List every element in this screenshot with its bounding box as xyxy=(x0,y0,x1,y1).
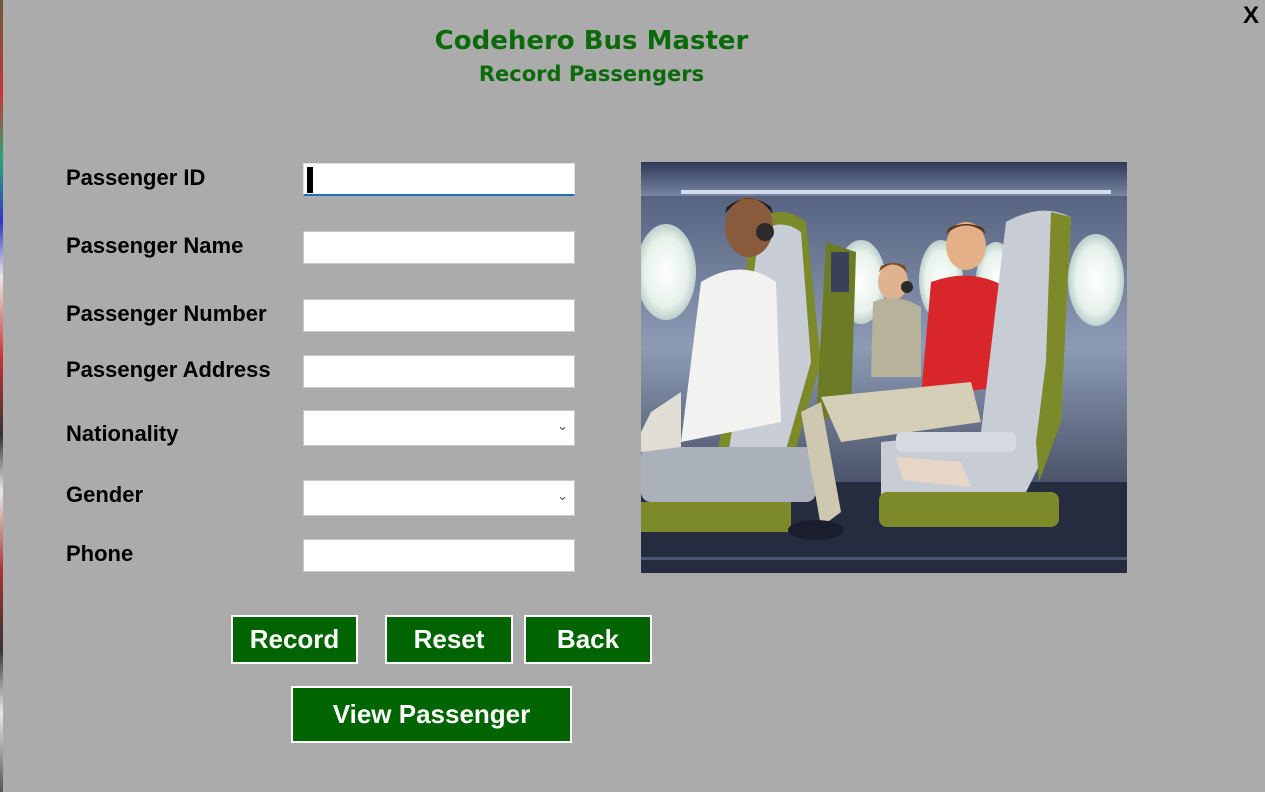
passenger-id-label: Passenger ID xyxy=(66,165,206,190)
nationality-label: Nationality xyxy=(66,421,179,446)
passenger-id-input[interactable] xyxy=(303,163,575,196)
phone-input[interactable] xyxy=(303,539,575,572)
passenger-name-label: Passenger Name xyxy=(66,233,244,258)
chevron-down-icon[interactable]: ⌄ xyxy=(557,419,568,434)
nationality-select[interactable]: ⌄ xyxy=(303,410,575,446)
phone-label: Phone xyxy=(66,541,134,566)
app-title: Codehero Bus Master xyxy=(434,26,749,56)
reset-button[interactable]: Reset xyxy=(385,615,513,664)
passenger-number-label: Passenger Number xyxy=(66,301,267,326)
chevron-down-icon[interactable]: ⌄ xyxy=(557,489,568,504)
gender-select[interactable]: ⌄ xyxy=(303,480,575,516)
gender-label: Gender xyxy=(66,482,144,507)
passenger-number-input[interactable] xyxy=(303,299,575,332)
passenger-name-input[interactable] xyxy=(303,231,575,264)
passenger-address-label: Passenger Address xyxy=(66,357,271,382)
passenger-address-input[interactable] xyxy=(303,355,575,388)
close-button[interactable]: X xyxy=(1243,2,1259,30)
page-subtitle: Record Passengers xyxy=(478,62,705,86)
back-button[interactable]: Back xyxy=(524,615,652,664)
left-edge-strip xyxy=(0,0,3,792)
record-button[interactable]: Record xyxy=(231,615,358,664)
text-cursor xyxy=(307,167,313,193)
view-passenger-button[interactable]: View Passenger xyxy=(291,686,572,743)
passengers-photo xyxy=(641,162,1127,573)
